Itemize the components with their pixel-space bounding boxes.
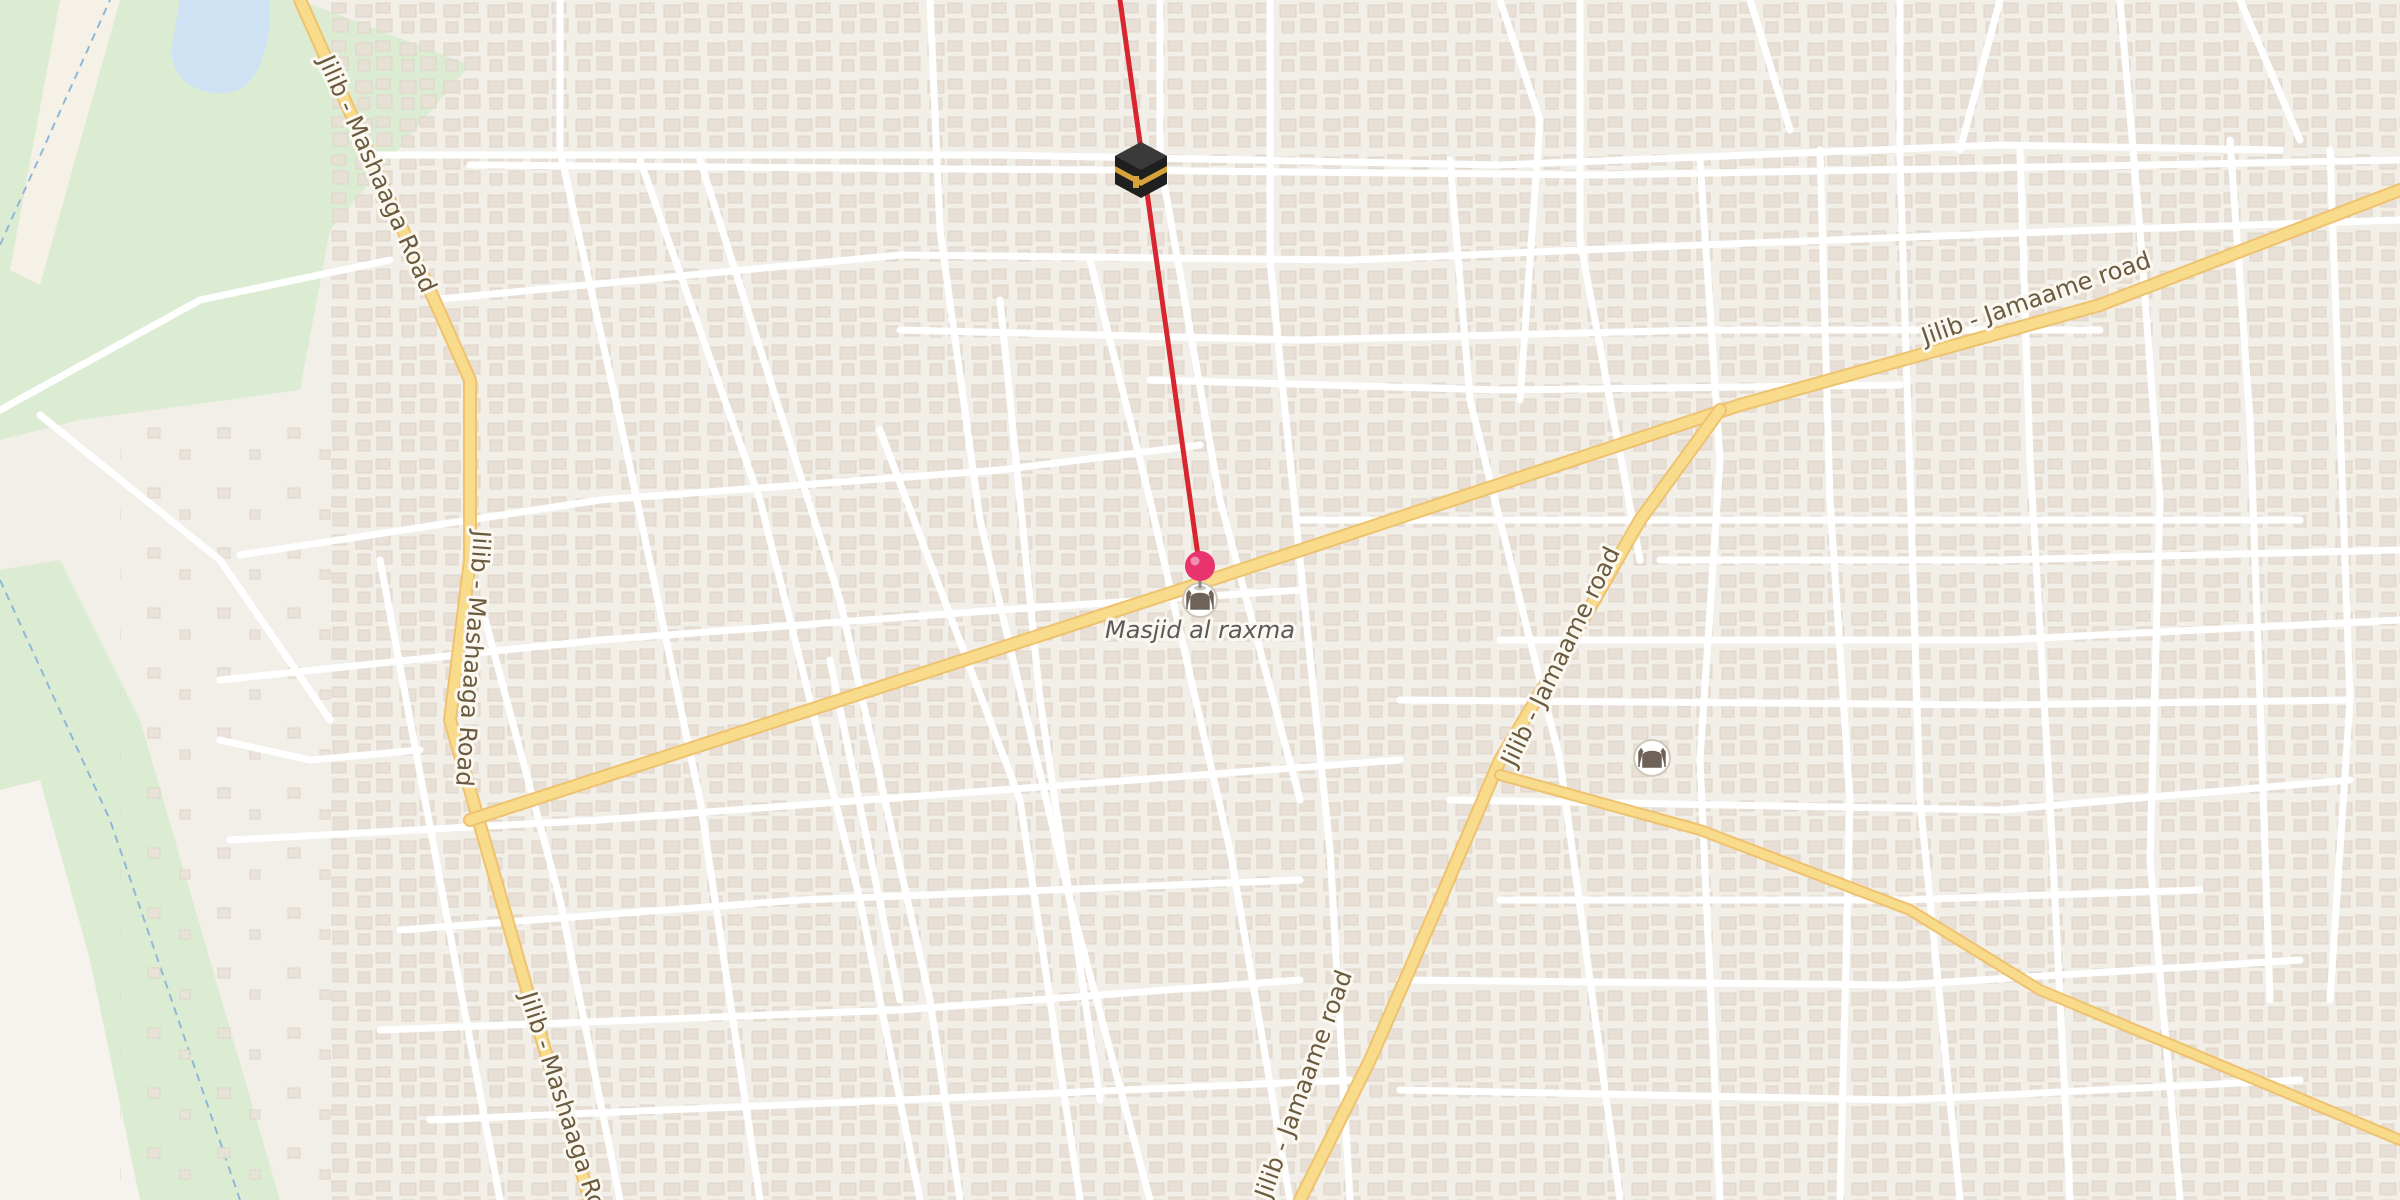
mosque-icon-east[interactable] bbox=[1633, 739, 1671, 777]
mosque-name-label: Masjid al raxma bbox=[1105, 616, 1295, 644]
map-canvas[interactable]: Jilib - Mashaaga Road Jilib - Mashaaga R… bbox=[0, 0, 2400, 1200]
building-area-west bbox=[120, 420, 340, 1200]
